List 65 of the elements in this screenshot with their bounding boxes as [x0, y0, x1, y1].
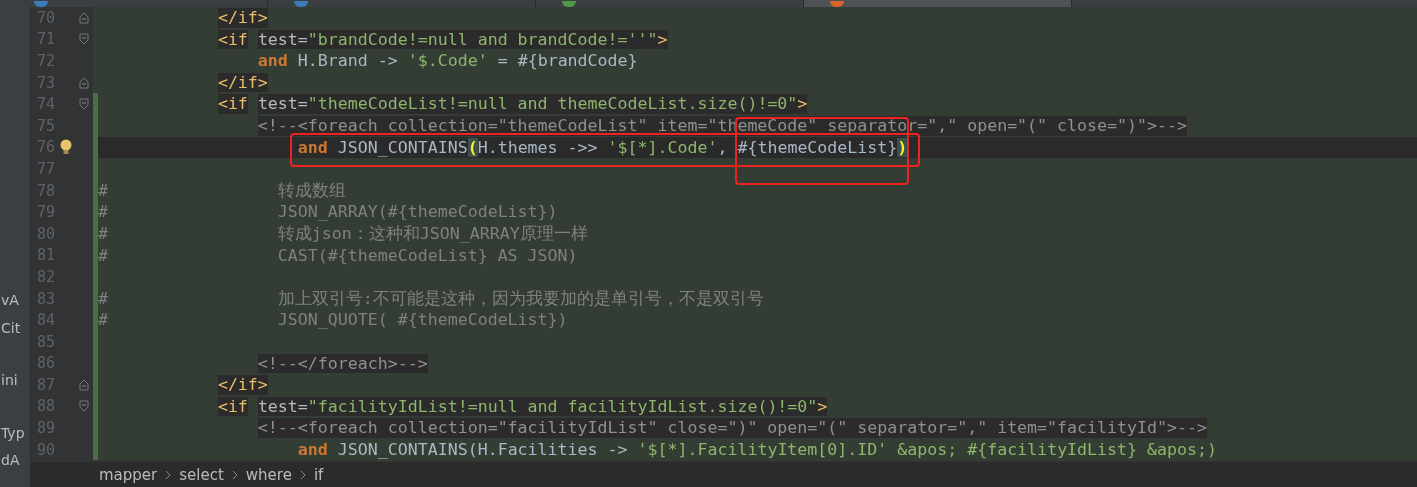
breadcrumb[interactable]: mapper — [99, 465, 158, 484]
code-token: and — [297, 439, 328, 460]
code-token: > — [797, 94, 808, 114]
code-token: ( — [467, 137, 478, 158]
project-item[interactable]: Cit — [1, 320, 21, 336]
code-token: '$.Code' — [407, 51, 488, 71]
code-token: # — [98, 310, 108, 330]
chevron-icon — [231, 469, 238, 480]
code-token: &apos; #{facilityIdList} &apos;) — [897, 439, 1217, 460]
code-token: <!--<foreach collection="facilityIdList" close=")" open="(" separator="," item="facilityId">--> — [257, 418, 1207, 438]
project-item[interactable]: ini — [1, 372, 18, 388]
code-token: </if> — [217, 72, 268, 93]
fold-icon[interactable] — [79, 76, 89, 89]
code-token: H.Brand -> — [297, 51, 399, 71]
code-token: "facilityIdList!=null and facilityIdList.size()!=0" — [307, 396, 818, 417]
breadcrumb[interactable]: if — [313, 465, 324, 484]
lightbulb-icon[interactable] — [59, 138, 73, 156]
code-token: # — [98, 288, 108, 309]
chevron-icon — [165, 469, 172, 480]
code-token: </if> — [217, 8, 268, 28]
code-token: and — [257, 51, 288, 71]
fold-icon[interactable] — [79, 98, 89, 111]
project-item[interactable]: Typ — [1, 425, 25, 441]
code-token: > — [657, 29, 668, 50]
code-token: # — [98, 180, 108, 201]
code-token: , #{themeCodeList} — [717, 137, 898, 158]
code-token: = #{brandCode} — [497, 51, 638, 71]
fold-icon[interactable] — [79, 11, 89, 24]
fold-icon[interactable] — [79, 400, 89, 413]
project-item[interactable]: vA — [1, 292, 19, 308]
code-token: "brandCode!=null and brandCode!=''" — [307, 29, 658, 50]
code-token: ) — [897, 137, 908, 158]
fold-icon[interactable] — [79, 33, 89, 46]
code-token: JSON_QUOTE( #{themeCodeList}) — [277, 310, 568, 330]
code-token: JSON_CONTAINS — [337, 137, 468, 158]
project-item[interactable]: dA — [1, 452, 20, 468]
breadcrumb[interactable]: where — [245, 465, 292, 484]
code-token: '$[*].Code' — [607, 137, 718, 158]
code-token: test= — [257, 396, 308, 417]
code-token: JSON_ARRAY(#{themeCodeList}) — [277, 202, 558, 222]
code-token: and — [297, 137, 328, 158]
code-token: JSON_CONTAINS(H.Facilities -> — [337, 439, 629, 460]
code-token: 转成数组 — [277, 180, 346, 201]
code-token: <!--</foreach>--> — [257, 353, 428, 374]
code-token: # — [98, 245, 108, 266]
code-token: <if — [217, 29, 248, 50]
code-token: <if — [217, 396, 248, 417]
chevron-icon — [299, 469, 306, 480]
code-token: 加上双引号:不可能是这种，因为我要加的是单引号，不是双引号 — [277, 288, 764, 309]
code-token: # — [98, 223, 108, 244]
code-token: test= — [257, 29, 308, 50]
code-token: CAST(#{themeCodeList} AS JSON) — [277, 245, 578, 266]
editor-tab[interactable] — [804, 0, 1072, 7]
code-editor[interactable] — [31, 7, 1417, 461]
code-token: 转成json：这种和JSON_ARRAY原理一样 — [277, 223, 588, 244]
code-token: <if — [217, 94, 248, 114]
code-token: "themeCodeList!=null and themeCodeList.size()!=0" — [307, 94, 798, 114]
code-token: </if> — [217, 375, 268, 395]
code-token: > — [817, 396, 828, 417]
fold-icon[interactable] — [79, 378, 89, 391]
breadcrumb[interactable]: select — [179, 465, 224, 484]
code-token: H.themes ->> — [477, 137, 599, 158]
code-token: # — [98, 202, 108, 222]
code-token: '$[*].FacilityItem[0].ID' — [637, 439, 888, 460]
code-token: test= — [257, 94, 308, 114]
